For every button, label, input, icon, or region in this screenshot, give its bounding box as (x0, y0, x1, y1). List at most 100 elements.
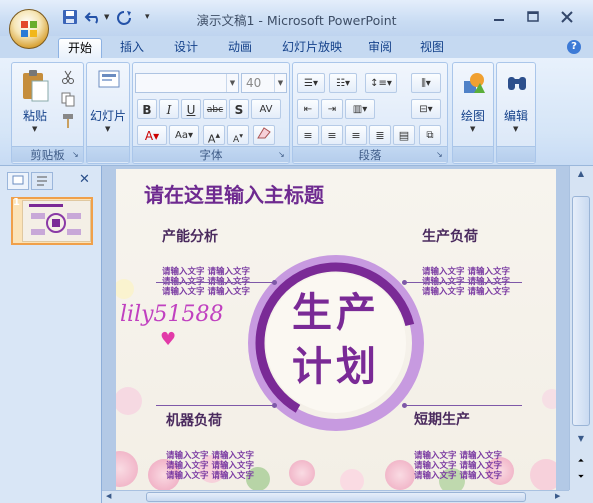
distributed-button[interactable]: ▤ (393, 125, 415, 145)
clipboard-group: 粘贴 ▼ 剪贴板 ↘ (11, 62, 84, 164)
slides-panel: ✕ 1 (0, 166, 102, 503)
character-spacing-button[interactable]: AV (251, 99, 281, 119)
paste-dropdown-icon[interactable]: ▼ (32, 125, 37, 133)
paragraph-group: ☰▾ ☷▾ ↕≡▾ ⫼▾ ⇤ ⇥ ▥▾ ⊟▾ ≡ ≡ ≡ ≣ ▤ ⧉ 段落 ↘ (292, 62, 448, 164)
tab-design[interactable]: 设计 (164, 38, 208, 58)
new-slide-dropdown-icon[interactable]: ▼ (105, 125, 110, 133)
scroll-left-icon[interactable]: ◀ (106, 492, 116, 502)
binoculars-icon[interactable] (505, 71, 529, 95)
drawing-icon[interactable] (462, 71, 486, 95)
previous-slide-icon[interactable]: ⏶ (573, 456, 589, 470)
slide-canvas[interactable]: 请在这里输入主标题 生产 计划 产能分析 请输入文字 请输入文字 请输入文字 请输… (116, 169, 556, 490)
horizontal-scrollbar[interactable]: ◀ ▶ (102, 490, 569, 503)
clipboard-launcher-icon[interactable]: ↘ (72, 151, 81, 160)
center-title[interactable]: 生产 计划 (276, 286, 396, 394)
line-spacing-button[interactable]: ↕≡▾ (365, 73, 397, 93)
format-painter-icon[interactable] (60, 113, 80, 133)
shrink-font-button[interactable]: A▾ (227, 125, 249, 145)
font-launcher-icon[interactable]: ↘ (278, 151, 287, 160)
slide-editing-area: 请在这里输入主标题 生产 计划 产能分析 请输入文字 请输入文字 请输入文字 请输… (102, 166, 569, 490)
justify-button[interactable]: ≣ (369, 125, 391, 145)
smartart-convert-button[interactable]: ⧉ (419, 125, 441, 145)
clear-formatting-icon[interactable] (253, 125, 275, 145)
cut-icon[interactable] (60, 69, 80, 89)
outline-tab-icon[interactable] (31, 172, 53, 190)
help-icon[interactable]: ? (567, 40, 581, 54)
italic-button[interactable]: I (159, 99, 179, 119)
editing-group-label (497, 146, 535, 162)
center-title-line1: 生产 (292, 290, 380, 336)
section-dot (272, 403, 277, 408)
panel-tabs: ✕ (7, 170, 95, 190)
ribbon: 粘贴 ▼ 剪贴板 ↘ 幻灯片 ▼ ▼ 40 ▼ B I U abc S AV A▾… (0, 58, 593, 166)
drawing-dropdown-icon[interactable]: ▼ (470, 125, 475, 133)
editing-label[interactable]: 编辑 (497, 107, 535, 124)
align-right-button[interactable]: ≡ (345, 125, 367, 145)
section-title-machine-load[interactable]: 机器负荷 (166, 410, 222, 430)
horizontal-scroll-thumb[interactable] (146, 492, 526, 502)
section-divider (406, 282, 522, 283)
change-case-button[interactable]: Aa▾ (169, 125, 199, 145)
office-button[interactable] (9, 9, 49, 49)
watermark: lily51588 (120, 302, 224, 327)
slide-title[interactable]: 请在这里输入主标题 (144, 179, 324, 208)
title-bar: ▼ ▾ 演示文稿1 - Microsoft PowerPoint (0, 0, 593, 36)
section-title-production-load[interactable]: 生产负荷 (422, 226, 478, 246)
paragraph-launcher-icon[interactable]: ↘ (436, 151, 445, 160)
paste-icon[interactable] (20, 69, 50, 103)
bold-button[interactable]: B (137, 99, 157, 119)
bullets-button[interactable]: ☰▾ (297, 73, 325, 93)
vertical-scroll-thumb[interactable] (572, 196, 590, 426)
grow-font-button[interactable]: A▴ (203, 125, 225, 146)
underline-button[interactable]: U (181, 99, 201, 119)
drawing-label[interactable]: 绘图 (453, 107, 493, 124)
scrollbar-corner (569, 490, 593, 503)
align-left-button[interactable]: ≡ (297, 125, 319, 145)
scroll-right-icon[interactable]: ▶ (555, 492, 565, 502)
slides-group: 幻灯片 ▼ (86, 62, 130, 164)
slides-tab-icon[interactable] (7, 172, 29, 190)
font-group: ▼ 40 ▼ B I U abc S AV A▾ Aa▾ A▴ A▾ 字体 ↘ (132, 62, 290, 164)
tab-view[interactable]: 视图 (410, 38, 454, 58)
font-color-button[interactable]: A▾ (137, 125, 167, 145)
minimize-button[interactable] (488, 8, 510, 26)
editing-dropdown-icon[interactable]: ▼ (513, 125, 518, 133)
copy-icon[interactable] (60, 91, 80, 111)
vertical-scrollbar[interactable]: ▲ ▼ ⏶ ⏷ (569, 166, 593, 490)
section-body-machine-load[interactable]: 请输入文字 请输入文字 请输入文字 请输入文字 请输入文字 请输入文字 (166, 431, 254, 490)
close-button[interactable] (556, 8, 578, 26)
section-divider (156, 405, 276, 406)
font-size-combo[interactable]: 40 ▼ (241, 73, 287, 93)
tab-review[interactable]: 审阅 (358, 38, 402, 58)
align-text-button[interactable]: ⊟▾ (411, 99, 441, 119)
strikethrough-button[interactable]: abc (203, 99, 227, 119)
ribbon-tabs: 开始 插入 设计 动画 幻灯片放映 审阅 视图 ? (0, 36, 593, 58)
next-slide-icon[interactable]: ⏷ (573, 472, 589, 486)
tab-animations[interactable]: 动画 (218, 38, 262, 58)
columns-button[interactable]: ▥▾ (345, 99, 375, 119)
section-dot (402, 403, 407, 408)
text-direction-button[interactable]: ⫼▾ (411, 73, 441, 93)
align-center-button[interactable]: ≡ (321, 125, 343, 145)
numbering-button[interactable]: ☷▾ (329, 73, 357, 93)
tab-insert[interactable]: 插入 (110, 38, 154, 58)
decrease-indent-button[interactable]: ⇤ (297, 99, 319, 119)
increase-indent-button[interactable]: ⇥ (321, 99, 343, 119)
scroll-up-icon[interactable]: ▲ (573, 169, 589, 183)
tab-home[interactable]: 开始 (58, 38, 102, 58)
paste-button-label[interactable]: 粘贴 (18, 107, 52, 124)
new-slide-icon[interactable] (97, 69, 121, 91)
drawing-group-label (453, 146, 493, 162)
close-panel-icon[interactable]: ✕ (79, 172, 93, 188)
section-title-capacity[interactable]: 产能分析 (162, 226, 218, 246)
tab-slide-show[interactable]: 幻灯片放映 (270, 38, 354, 58)
maximize-button[interactable] (522, 8, 544, 26)
section-title-short-term[interactable]: 短期生产 (414, 409, 470, 429)
text-shadow-button[interactable]: S (229, 99, 249, 119)
drawing-group: 绘图 ▼ (452, 62, 494, 164)
scroll-down-icon[interactable]: ▼ (573, 434, 589, 448)
font-name-combo[interactable]: ▼ (135, 73, 239, 93)
section-body-short-term[interactable]: 请输入文字 请输入文字 请输入文字 请输入文字 请输入文字 请输入文字 (414, 431, 502, 490)
new-slide-label[interactable]: 幻灯片 (87, 107, 129, 124)
font-group-label: 字体 (133, 146, 289, 162)
